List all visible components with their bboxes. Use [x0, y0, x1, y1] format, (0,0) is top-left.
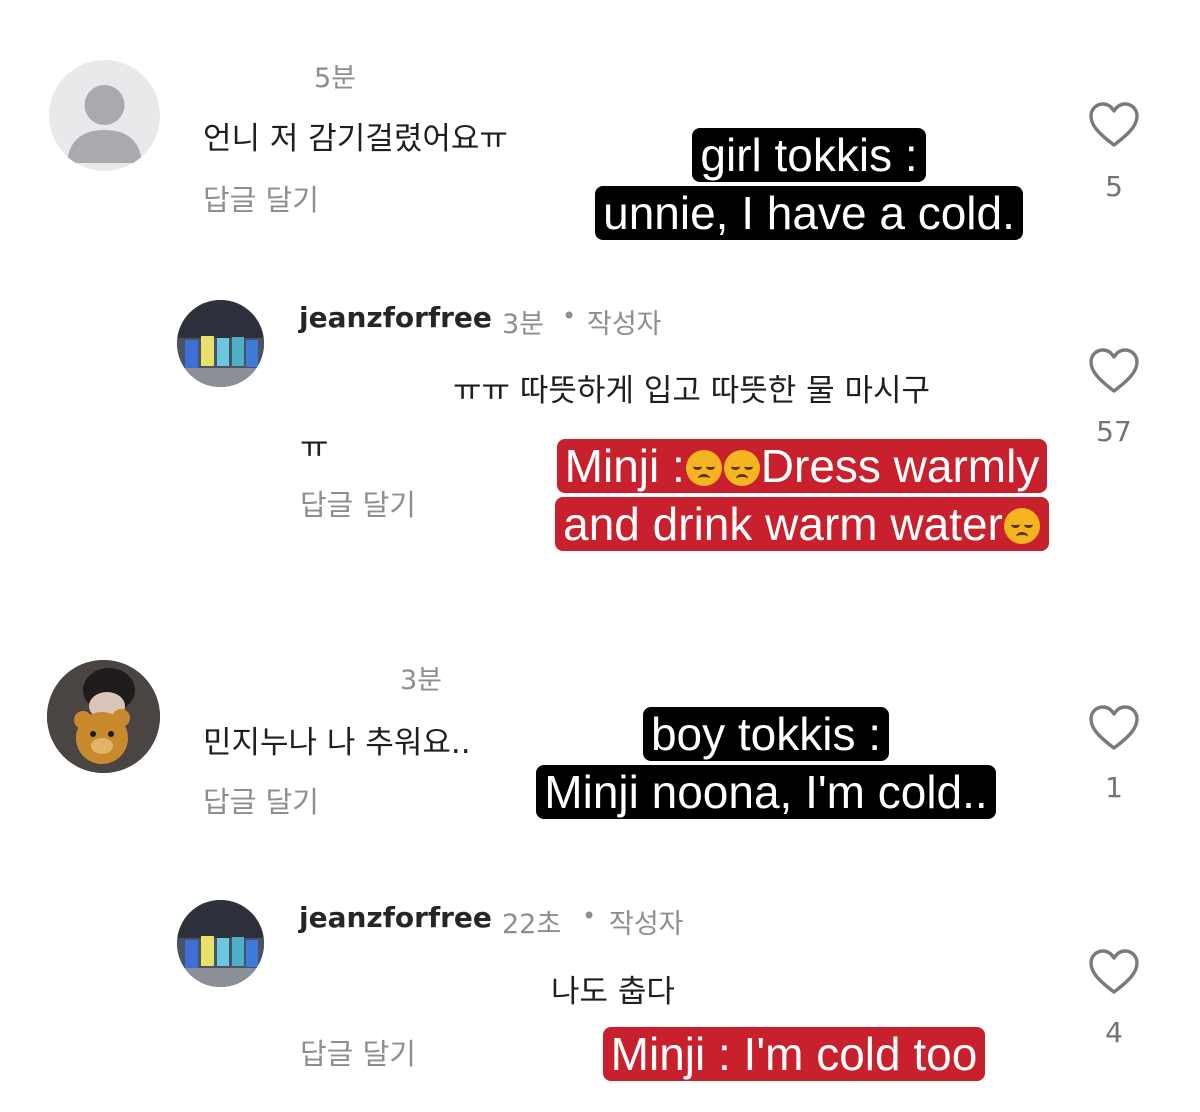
caption-text: Dress warmly — [760, 439, 1040, 493]
user-silhouette-icon — [67, 85, 142, 163]
comment-username[interactable]: jeanzforfree — [299, 901, 492, 934]
comment-username[interactable]: jeanzforfree — [299, 301, 492, 334]
reply-button[interactable]: 답글 달기 — [300, 482, 416, 524]
caption-line: boy tokkis : — [642, 707, 890, 761]
caption-line: Minji : Dress warmly — [556, 439, 1048, 493]
comment-time: 3분 — [400, 665, 443, 696]
caption-overlay: Minji : I'm cold too — [596, 1027, 992, 1081]
caption-line: Minji noona, I'm cold.. — [536, 765, 996, 819]
avatar-default[interactable] — [49, 60, 160, 171]
reply-button[interactable]: 답글 달기 — [300, 1031, 416, 1073]
heart-outline-icon[interactable] — [1088, 347, 1140, 395]
caption-overlay: Minji : Dress warmly and drink warm wate… — [512, 439, 1092, 551]
heart-outline-icon[interactable] — [1088, 101, 1140, 149]
avatar-jeanzforfree[interactable] — [177, 900, 264, 987]
comment-text: 나도 춥다 — [551, 974, 675, 1010]
separator-dot: • — [562, 302, 577, 330]
reply-button[interactable]: 답글 달기 — [203, 779, 319, 821]
group-photo-image — [177, 900, 264, 987]
heart-outline-icon[interactable] — [1088, 704, 1140, 752]
caption-prefix: Minji : — [564, 439, 685, 493]
reply-button[interactable]: 답글 달기 — [203, 177, 319, 219]
like-count: 4 — [1105, 1016, 1123, 1049]
comment-text: ㅠㅠ 따뜻하게 입고 따뜻한 물 마시구 — [453, 373, 931, 409]
comment-text: 언니 저 감기걸렸어요ㅠ — [203, 121, 508, 157]
disappointed-face-emoji — [723, 450, 760, 486]
author-badge: 작성자 — [609, 909, 684, 940]
caption-overlay: boy tokkis : Minji noona, I'm cold.. — [508, 707, 1024, 819]
disappointed-face-emoji — [685, 450, 722, 486]
like-count: 57 — [1096, 415, 1132, 448]
heart-outline-icon[interactable] — [1088, 948, 1140, 996]
comment-time: 3분 — [502, 309, 545, 340]
separator-dot: • — [582, 902, 597, 930]
disappointed-face-emoji — [1003, 508, 1040, 544]
like-count: 5 — [1105, 170, 1123, 203]
caption-line: and drink warm water — [555, 497, 1049, 551]
caption-line: girl tokkis : — [692, 128, 926, 182]
like-count: 1 — [1105, 771, 1123, 804]
comment-time: 5분 — [314, 63, 357, 94]
group-photo-image — [177, 300, 264, 387]
author-badge: 작성자 — [587, 309, 662, 340]
caption-line: unnie, I have a cold. — [595, 186, 1023, 240]
caption-overlay: girl tokkis : unnie, I have a cold. — [558, 128, 1060, 240]
teddy-bear-photo-image — [47, 660, 160, 773]
comment-text: 민지누나 나 추워요.. — [203, 725, 471, 761]
avatar-user[interactable] — [47, 660, 160, 773]
caption-line: Minji : I'm cold too — [602, 1027, 986, 1081]
comment-text: ㅠ — [300, 430, 329, 466]
comment-time: 22초 — [502, 909, 562, 940]
avatar-jeanzforfree[interactable] — [177, 300, 264, 387]
caption-text: and drink warm water — [563, 497, 1003, 551]
